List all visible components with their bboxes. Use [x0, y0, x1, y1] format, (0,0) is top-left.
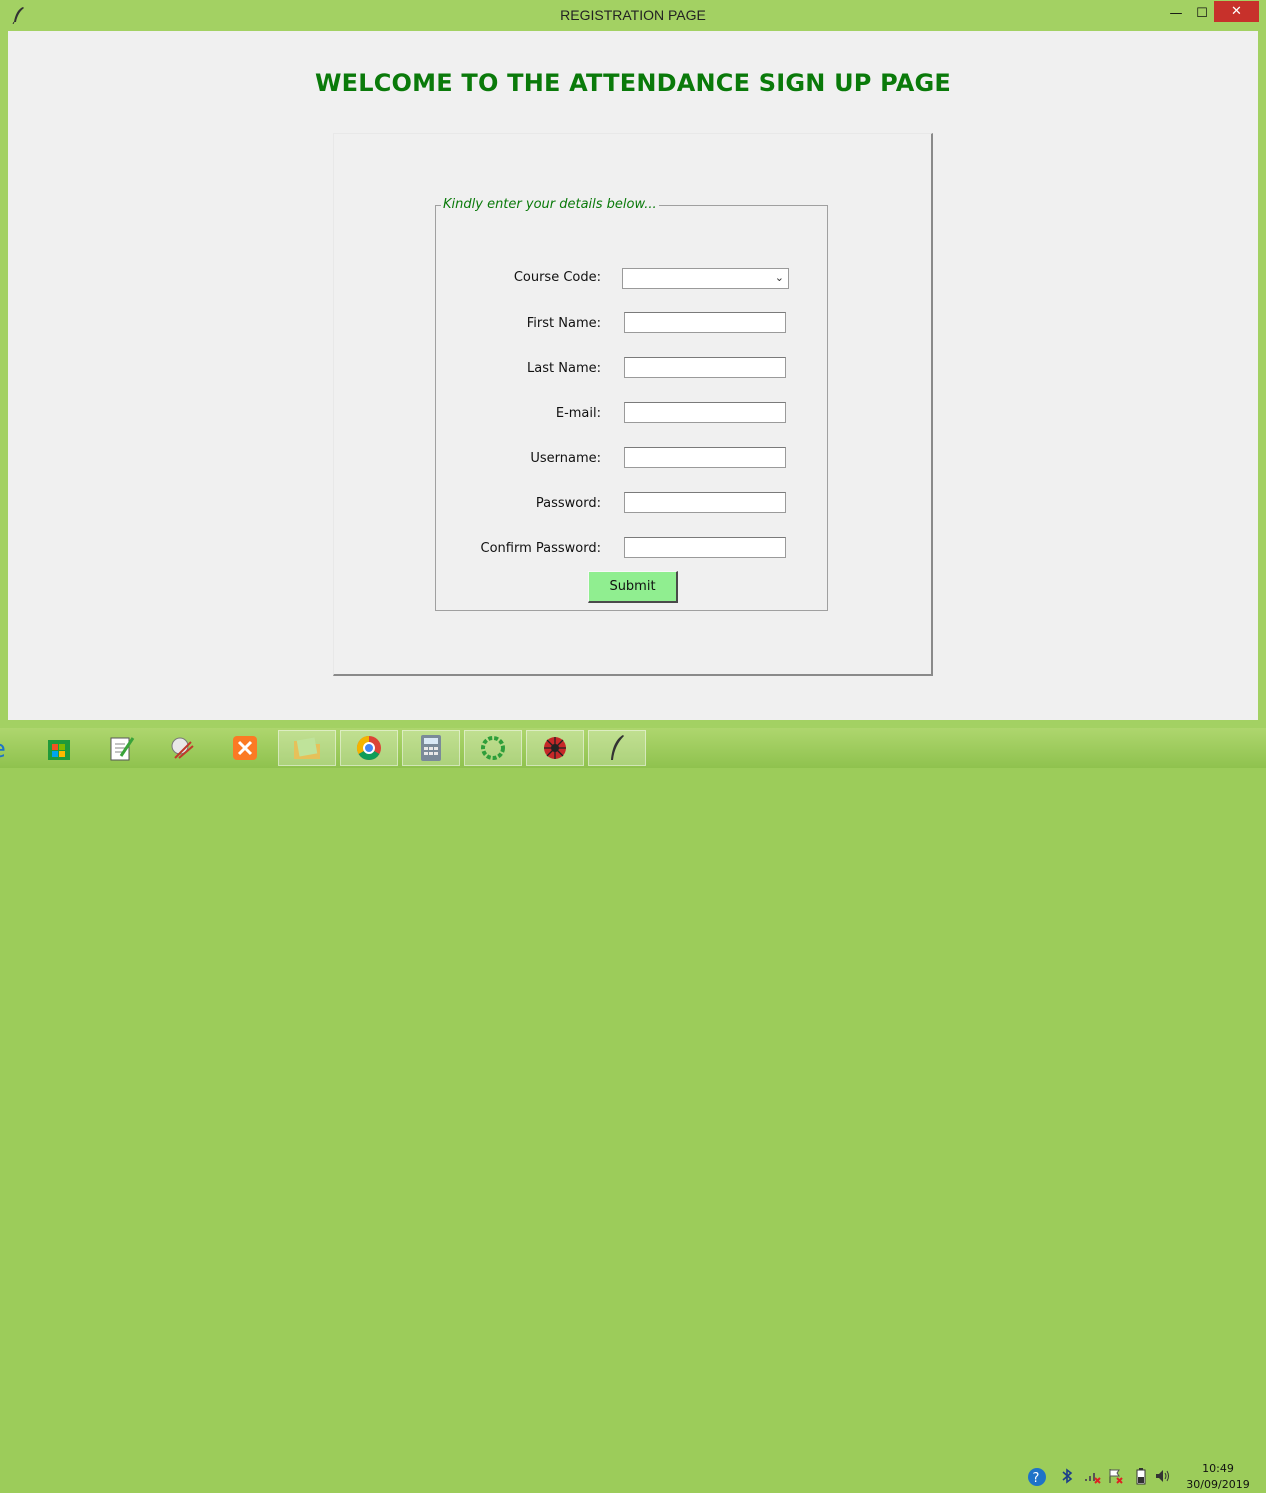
submit-button[interactable]: Submit	[588, 571, 678, 603]
close-button[interactable]: ✕	[1214, 1, 1259, 22]
clock-time: 10:49	[1202, 1462, 1234, 1475]
details-group: Kindly enter your details below... Cours…	[435, 197, 828, 611]
taskbar: e	[0, 728, 1266, 1491]
first-name-field[interactable]	[624, 312, 786, 333]
chrome-icon[interactable]	[340, 730, 398, 766]
email-label: E-mail:	[555, 406, 601, 421]
flag-alert-icon[interactable]	[1107, 1467, 1125, 1485]
confirm-password-label: Confirm Password:	[480, 541, 601, 556]
chevron-down-icon: ⌄	[774, 271, 784, 284]
password-label: Password:	[535, 496, 601, 511]
maximize-button[interactable]: ☐	[1189, 3, 1215, 23]
window-client-area: WELCOME TO THE ATTENDANCE SIGN UP PAGE K…	[8, 31, 1258, 720]
form-panel: Kindly enter your details below... Cours…	[333, 133, 933, 676]
username-label: Username:	[530, 451, 601, 466]
internet-explorer-icon[interactable]: e	[0, 730, 18, 766]
spider-app-icon[interactable]	[526, 730, 584, 766]
confirm-password-field[interactable]	[624, 537, 786, 558]
calculator-icon[interactable]	[402, 730, 460, 766]
tk-feather-icon[interactable]	[588, 730, 646, 766]
first-name-label: First Name:	[526, 316, 601, 331]
volume-icon[interactable]	[1154, 1467, 1172, 1485]
title-bar[interactable]: REGISTRATION PAGE — ☐ ✕	[0, 0, 1266, 31]
clock-date: 30/09/2019	[1186, 1478, 1250, 1491]
svg-text:e: e	[0, 735, 6, 761]
snipping-tool-icon[interactable]	[154, 730, 212, 766]
battery-icon[interactable]	[1134, 1467, 1152, 1485]
bluetooth-icon[interactable]	[1058, 1467, 1076, 1485]
network-disconnected-icon[interactable]	[1083, 1467, 1101, 1485]
username-field[interactable]	[624, 447, 786, 468]
course-code-label: Course Code:	[513, 270, 601, 285]
xampp-icon[interactable]	[216, 730, 274, 766]
system-clock[interactable]: 10:49 30/09/2019	[1180, 1461, 1256, 1493]
notepad-plus-plus-icon[interactable]	[92, 730, 150, 766]
svg-text:?: ?	[1033, 1471, 1040, 1486]
window-title: REGISTRATION PAGE	[560, 7, 706, 23]
email-field[interactable]	[624, 402, 786, 423]
file-explorer-icon[interactable]	[278, 730, 336, 766]
password-field[interactable]	[624, 492, 786, 513]
page-title: WELCOME TO THE ATTENDANCE SIGN UP PAGE	[314, 69, 952, 97]
minimize-button[interactable]: —	[1163, 3, 1189, 23]
loading-ring-icon[interactable]	[464, 730, 522, 766]
help-icon[interactable]: ?	[1027, 1467, 1046, 1486]
group-title: Kindly enter your details below...	[441, 197, 659, 212]
course-code-dropdown[interactable]: ⌄	[622, 268, 789, 289]
store-icon[interactable]	[30, 730, 88, 766]
last-name-label: Last Name:	[527, 361, 601, 376]
app-window: REGISTRATION PAGE — ☐ ✕ WELCOME TO THE A…	[0, 0, 1266, 728]
last-name-field[interactable]	[624, 357, 786, 378]
